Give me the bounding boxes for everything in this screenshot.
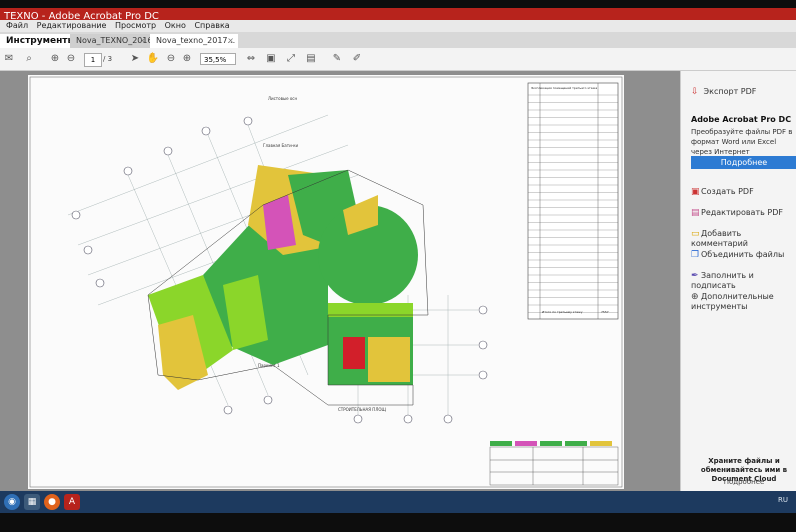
sign-icon: ✒	[691, 271, 699, 281]
select-cursor-icon[interactable]: ➤	[128, 52, 142, 66]
room-label-2: Паркинг 1	[258, 363, 280, 368]
acrobat-icon[interactable]: A	[64, 494, 80, 510]
tool-fill-sign[interactable]: ✒ Заполнить и подписать	[691, 271, 796, 290]
tool-more[interactable]: ⊕ Дополнительные инструменты	[691, 292, 796, 311]
menu-item-view[interactable]: Просмотр	[115, 21, 156, 30]
create-pdf-icon: ▣	[691, 187, 700, 197]
comment-icon: ▭	[691, 229, 700, 239]
fullscreen-icon[interactable]: ⤢	[284, 52, 298, 66]
table-header: Экспликация помещений третьего этажа	[531, 86, 597, 90]
email-icon[interactable]: ✉	[2, 52, 16, 66]
tool-combine[interactable]: ❐ Объединить файлы	[691, 250, 784, 260]
menu-bar: Файл Редактирование Просмотр Окно Справк…	[0, 20, 796, 32]
explorer-icon[interactable]: ▦	[24, 494, 40, 510]
system-tray: RU	[778, 496, 788, 504]
page-down-icon[interactable]: ⊖	[64, 52, 78, 66]
fit-width-icon[interactable]: ⇔	[244, 52, 258, 66]
table-footer: Итого по третьему этажу	[542, 310, 583, 314]
close-icon[interactable]: ×	[227, 34, 234, 48]
title-block	[489, 446, 619, 486]
tool-label: Создать PDF	[701, 187, 754, 196]
tool-edit-pdf[interactable]: ▤Редактировать PDF	[691, 208, 783, 218]
room-schedule-table: Экспликация помещений третьего этажа Ито…	[527, 82, 619, 320]
export-pdf-label: Экспорт PDF	[703, 87, 757, 96]
comment-icon[interactable]: ✎	[330, 52, 344, 66]
tools-panel: ⇩ Экспорт PDF Adobe Acrobat Pro DC Преоб…	[680, 71, 796, 491]
room-label-1: Главная Бати-ки	[263, 143, 299, 148]
page-number-input[interactable]: 1	[84, 53, 102, 67]
combine-icon: ❐	[691, 250, 700, 260]
zoom-in-icon[interactable]: ⊕	[180, 52, 194, 66]
document-cloud-link[interactable]: Подробнее	[691, 478, 796, 486]
menu-item-edit[interactable]: Редактирование	[37, 21, 107, 30]
tab-bar: Инструменты Nova_TEXNO_2016... × Nova_te…	[0, 32, 796, 48]
product-description: Преобразуйте файлы PDF в формат Word или…	[691, 128, 793, 156]
tab-document-2-label: Nova_texno_2017...	[156, 36, 236, 45]
menu-item-window[interactable]: Окно	[165, 21, 186, 30]
room-label-3: СТРОИТЕЛЬНАЯ ПЛОЩ	[338, 407, 386, 412]
tab-document-1[interactable]: Nova_TEXNO_2016... ×	[70, 34, 160, 48]
tool-label: Объединить файлы	[701, 250, 785, 259]
plus-icon: ⊕	[691, 292, 699, 302]
table-total: 7557	[601, 310, 609, 314]
tool-create-pdf[interactable]: ▣Создать PDF	[691, 187, 754, 197]
tab-document-1-label: Nova_TEXNO_2016...	[76, 36, 161, 45]
close-icon[interactable]: ×	[139, 34, 146, 48]
menu-item-file[interactable]: Файл	[6, 21, 28, 30]
product-title: Adobe Acrobat Pro DC	[691, 115, 792, 124]
drawing-top-label: Листовые осн	[268, 96, 297, 101]
pdf-page: Листовые осн Главная Бати-ки Паркинг 1 С…	[28, 75, 624, 489]
document-area[interactable]: Листовые осн Главная Бати-ки Паркинг 1 С…	[0, 71, 680, 491]
fit-page-icon[interactable]: ▣	[264, 52, 278, 66]
screen-bezel-bottom	[0, 513, 796, 532]
zoom-out-icon[interactable]: ⊖	[164, 52, 178, 66]
firefox-icon[interactable]: ●	[44, 494, 60, 510]
tool-comment[interactable]: ▭Добавить комментарий	[691, 229, 796, 248]
tab-document-2[interactable]: Nova_texno_2017... ×	[150, 34, 238, 48]
tool-label: Дополнительные инструменты	[691, 292, 774, 311]
zoom-level-select[interactable]: 35,5%	[200, 53, 236, 65]
tab-tools[interactable]: Инструменты	[0, 34, 76, 48]
read-mode-icon[interactable]: ▤	[304, 52, 318, 66]
tool-label: Редактировать PDF	[701, 208, 783, 217]
tool-label: Заполнить и подписать	[691, 271, 754, 290]
page-total: / 3	[103, 55, 113, 63]
more-info-button[interactable]: Подробнее	[691, 156, 796, 169]
taskbar: ◉ ▦ ● A RU	[0, 491, 796, 513]
hand-tool-icon[interactable]: ✋	[146, 52, 160, 66]
start-button-icon[interactable]: ◉	[4, 494, 20, 510]
floor-plan-drawing: Листовые осн Главная Бати-ки Паркинг 1 С…	[29, 76, 623, 488]
edit-pdf-icon: ▤	[691, 208, 700, 218]
color-legend	[490, 441, 612, 446]
toolbar: ✉ ⌕ ⊕ ⊖ 1 / 3 ➤ ✋ ⊖ ⊕ 35,5% ⇔ ▣ ⤢ ▤ ✎ ✐	[0, 48, 796, 71]
export-icon: ⇩	[691, 87, 699, 97]
export-pdf-item[interactable]: ⇩ Экспорт PDF	[691, 87, 756, 97]
highlight-icon[interactable]: ✐	[350, 52, 364, 66]
search-icon[interactable]: ⌕	[22, 52, 36, 66]
page-up-icon[interactable]: ⊕	[48, 52, 62, 66]
menu-item-help[interactable]: Справка	[194, 21, 229, 30]
